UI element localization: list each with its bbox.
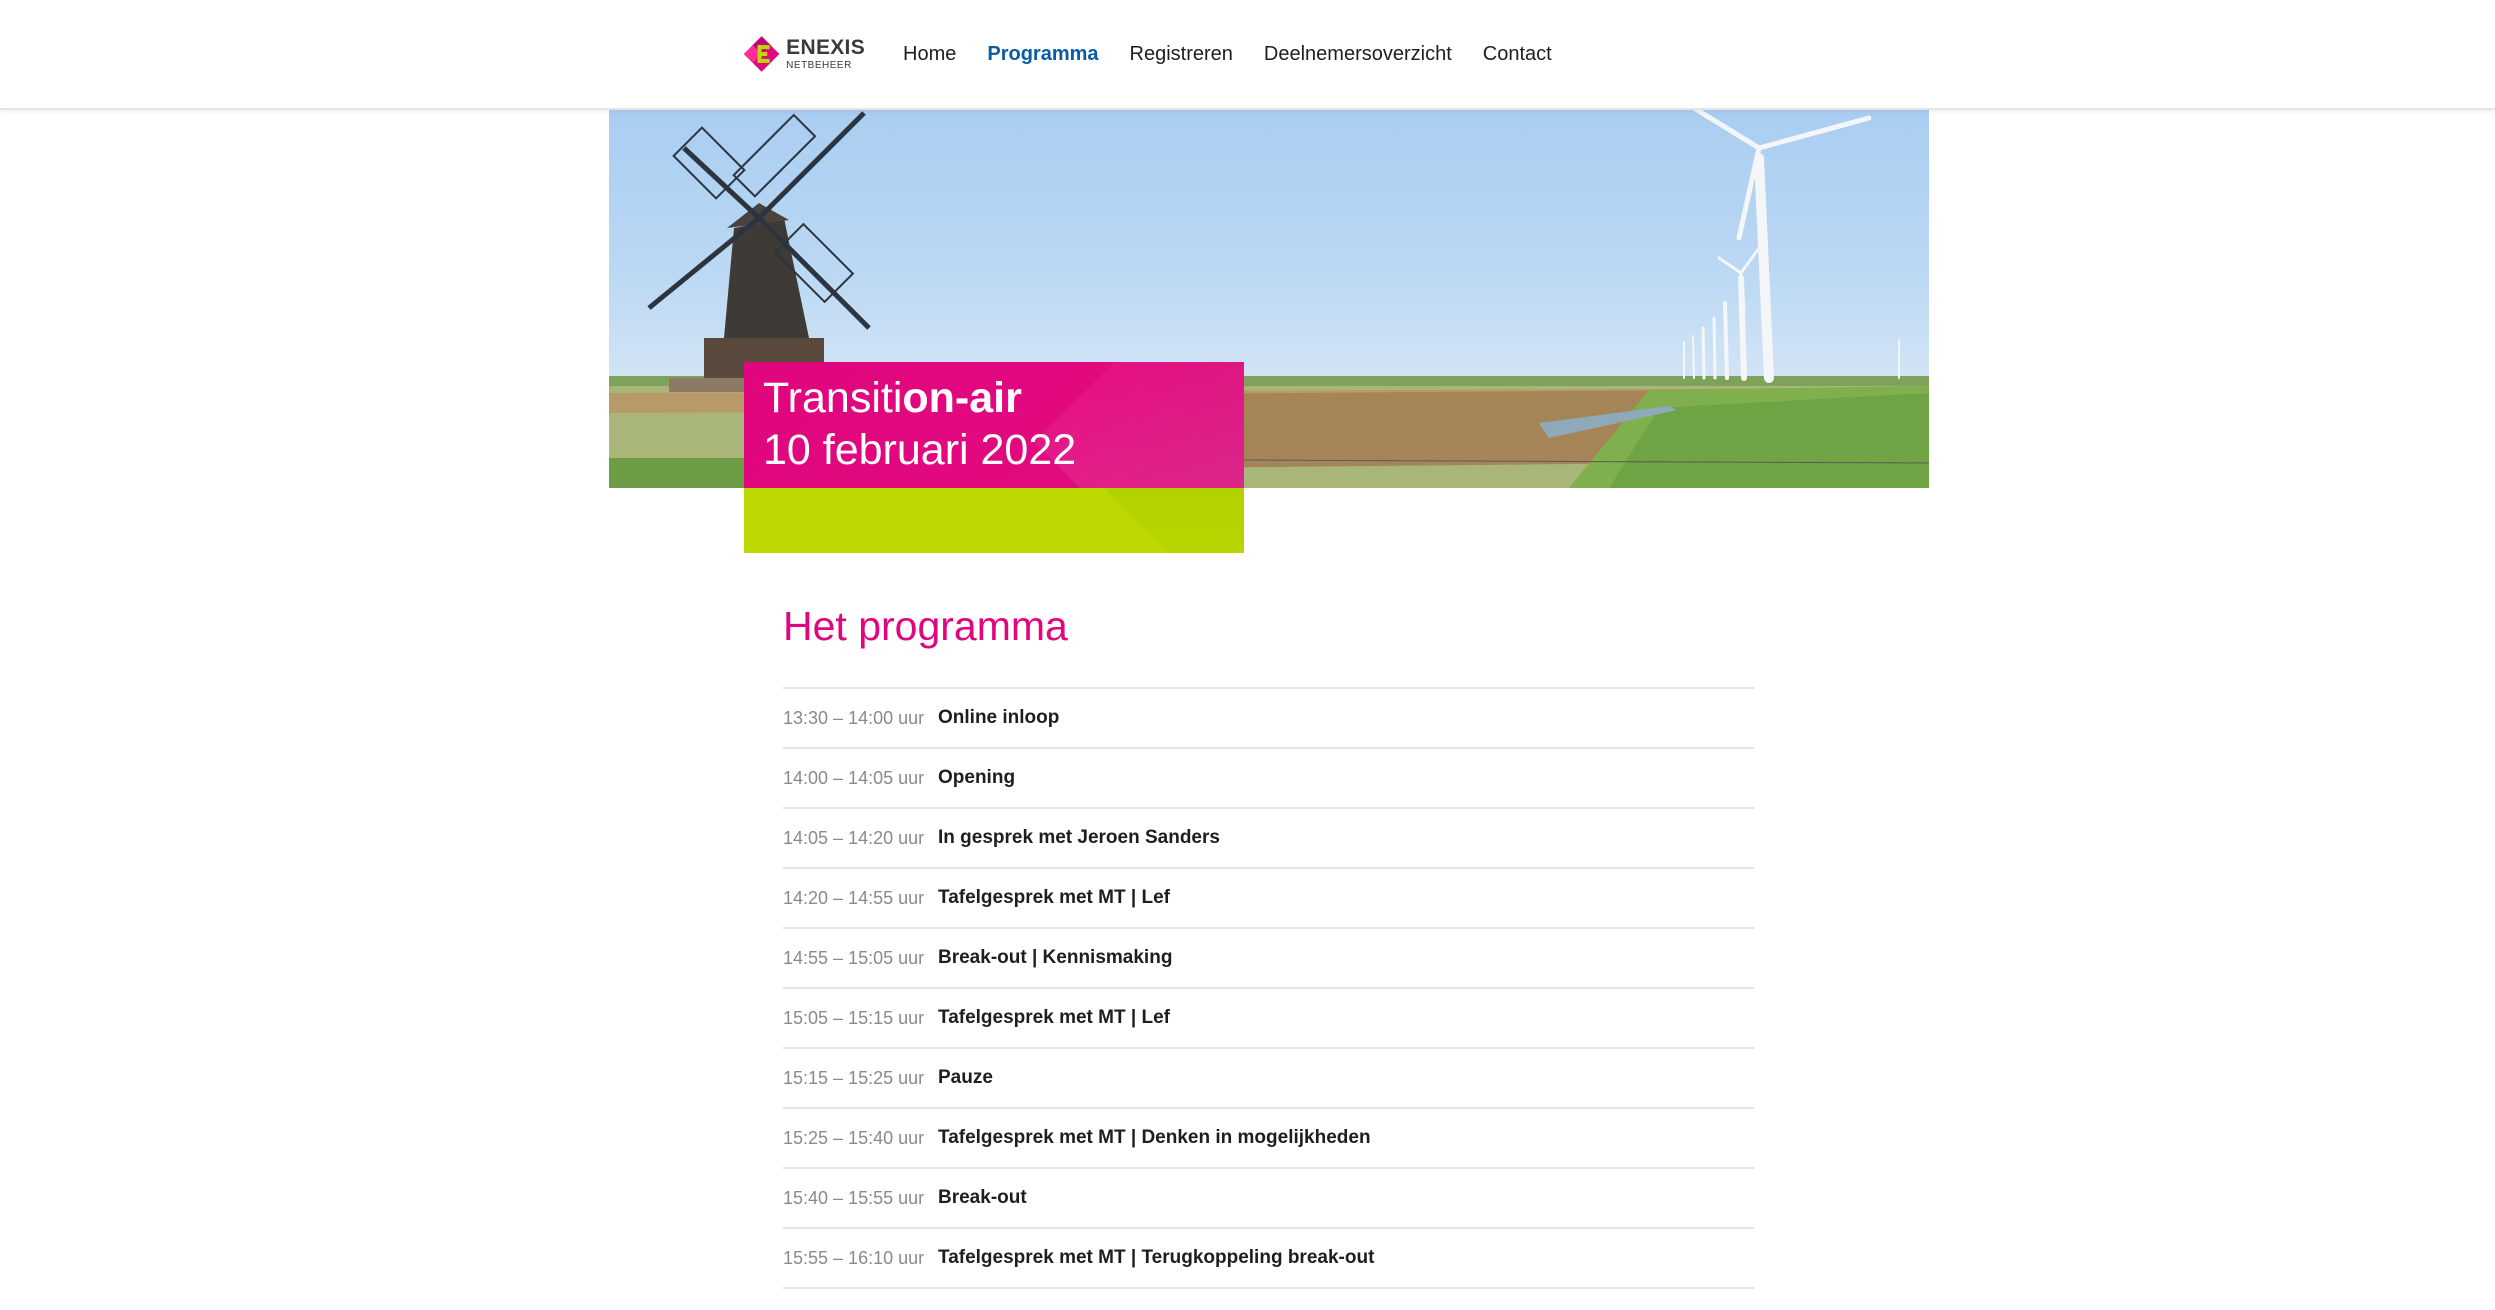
- program-time: 15:55 – 16:10 uur: [783, 1247, 925, 1268]
- program-row: 15:15 – 15:25 uur Pauze: [783, 1047, 1754, 1107]
- program-item: Tafelgesprek met MT | Denken in mogelijk…: [938, 1127, 1371, 1148]
- program-time: 13:30 – 14:00 uur: [783, 707, 925, 728]
- program-item: Break-out | Kennismaking: [938, 947, 1173, 968]
- program-row: 14:55 – 15:05 uur Break-out | Kennismaki…: [783, 927, 1754, 987]
- logo-wordmark: ENEXIS NETBEHEER: [786, 37, 865, 71]
- accent-shade: [1098, 488, 1244, 553]
- program-list: 13:30 – 14:00 uur Online inloop 14:00 – …: [783, 687, 1754, 1291]
- program-item: In gesprek met Jeroen Sanders: [938, 827, 1220, 848]
- program-time: 15:40 – 15:55 uur: [783, 1187, 925, 1208]
- program-item: Opening: [938, 767, 1016, 788]
- event-title: Transition-air: [763, 374, 1022, 423]
- program-row: 13:30 – 14:00 uur Online inloop: [783, 687, 1754, 747]
- nav-registreren[interactable]: Registreren: [1130, 43, 1233, 66]
- program-row: 15:25 – 15:40 uur Tafelgesprek met MT | …: [783, 1107, 1754, 1167]
- site-header: ENEXIS NETBEHEER Home Programma Registre…: [0, 0, 2495, 110]
- main-nav: Home Programma Registreren Deelnemersove…: [903, 0, 1583, 108]
- program-item: Tafelgesprek met MT | Lef: [938, 1007, 1170, 1028]
- event-title-regular: Transiti: [763, 374, 903, 422]
- list-divider: [783, 1287, 1754, 1291]
- program-time: 15:15 – 15:25 uur: [783, 1067, 925, 1088]
- program-row: 15:55 – 16:10 uur Tafelgesprek met MT | …: [783, 1227, 1754, 1287]
- accent-block: [744, 488, 1244, 553]
- program-time: 14:55 – 15:05 uur: [783, 947, 925, 968]
- program-time: 14:05 – 14:20 uur: [783, 827, 925, 848]
- program-time: 14:00 – 14:05 uur: [783, 767, 925, 788]
- logo-name: ENEXIS: [786, 36, 865, 59]
- program-row: 15:05 – 15:15 uur Tafelgesprek met MT | …: [783, 987, 1754, 1047]
- logo-subname: NETBEHEER: [786, 60, 852, 71]
- program-item: Online inloop: [938, 707, 1060, 728]
- nav-home[interactable]: Home: [903, 43, 956, 66]
- program-row: 14:00 – 14:05 uur Opening: [783, 747, 1754, 807]
- enexis-logo[interactable]: ENEXIS NETBEHEER: [743, 30, 865, 78]
- program-row: 14:05 – 14:20 uur In gesprek met Jeroen …: [783, 807, 1754, 867]
- program-item: Tafelgesprek met MT | Lef: [938, 887, 1170, 908]
- event-title-bold: on-air: [902, 374, 1022, 422]
- enexis-e-logo-icon: [743, 36, 780, 72]
- program-row: 15:40 – 15:55 uur Break-out: [783, 1167, 1754, 1227]
- nav-contact[interactable]: Contact: [1483, 43, 1552, 66]
- program-item: Tafelgesprek met MT | Terugkoppeling bre…: [938, 1247, 1375, 1268]
- event-title-box: Transition-air 10 februari 2022: [744, 362, 1244, 488]
- program-item: Break-out: [938, 1187, 1027, 1208]
- nav-programma[interactable]: Programma: [987, 43, 1098, 66]
- program-heading: Het programma: [783, 603, 1068, 649]
- nav-deelnemersoverzicht[interactable]: Deelnemersoverzicht: [1264, 43, 1452, 66]
- program-item: Pauze: [938, 1067, 993, 1088]
- program-row: 14:20 – 14:55 uur Tafelgesprek met MT | …: [783, 867, 1754, 927]
- program-time: 14:20 – 14:55 uur: [783, 887, 925, 908]
- program-time: 15:05 – 15:15 uur: [783, 1007, 925, 1028]
- event-date: 10 februari 2022: [763, 426, 1077, 474]
- program-time: 15:25 – 15:40 uur: [783, 1127, 925, 1148]
